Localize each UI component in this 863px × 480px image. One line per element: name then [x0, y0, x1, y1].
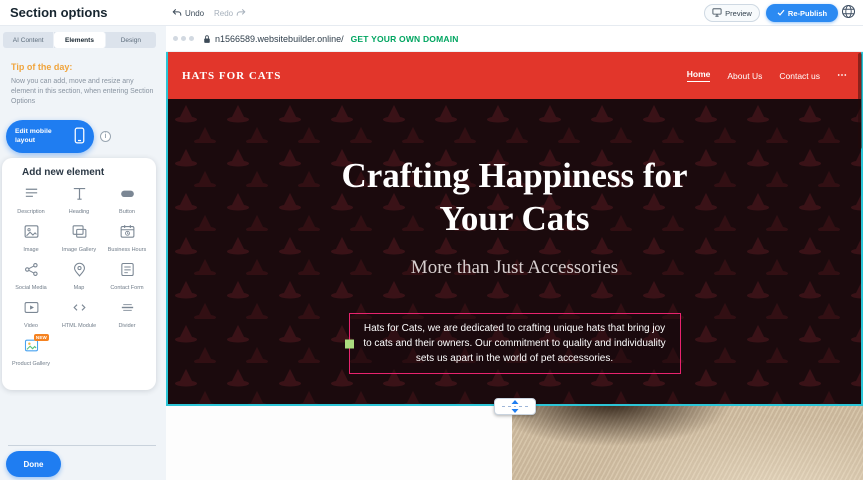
- element-item-button[interactable]: Button: [103, 185, 151, 219]
- tip-title: Tip of the day:: [11, 62, 156, 72]
- tab-ai-content[interactable]: AI Content: [3, 32, 54, 48]
- globe-icon: [841, 4, 856, 22]
- hero-heading[interactable]: Crafting Happiness for Your Cats: [315, 155, 715, 240]
- image-gallery-icon: [71, 223, 88, 245]
- hero-paragraph-box[interactable]: Hats for Cats, we are dedicated to craft…: [349, 313, 681, 374]
- smartphone-icon: [74, 127, 85, 147]
- scrollbar-thumb[interactable]: [858, 53, 862, 149]
- heading-icon: [71, 185, 88, 207]
- element-item-video[interactable]: Video: [7, 299, 55, 333]
- tip-of-the-day: Tip of the day: Now you can add, move an…: [11, 62, 156, 106]
- stage: n1566589.websitebuilder.online/ GET YOUR…: [166, 26, 863, 480]
- tab-design[interactable]: Design: [106, 32, 156, 48]
- topbar: Section options Undo Redo Preview Re-Pub…: [0, 0, 863, 26]
- button-icon: [119, 185, 136, 207]
- redo-icon: [236, 8, 246, 19]
- sidebar-tabs: AI Content Elements Design: [3, 32, 156, 48]
- image-icon: [23, 223, 40, 245]
- section-resize-handle[interactable]: [494, 398, 536, 415]
- element-item-map[interactable]: Map: [55, 261, 103, 295]
- page-title: Section options: [10, 5, 108, 20]
- redo-label: Redo: [214, 9, 233, 18]
- language-globe-button[interactable]: [841, 5, 857, 21]
- add-panel-title: Add new element: [22, 167, 104, 178]
- undo-button[interactable]: Undo: [172, 4, 204, 22]
- nav-home[interactable]: Home: [687, 69, 711, 82]
- description-icon: [23, 185, 40, 207]
- site-preview-section: HATS FOR CATS Home About Us Contact us ⋯: [166, 52, 863, 406]
- preview-label: Preview: [725, 9, 752, 18]
- map-icon: [71, 261, 88, 283]
- element-drag-handle[interactable]: [345, 339, 354, 348]
- site-url: n1566589.websitebuilder.online/: [215, 34, 344, 44]
- element-grid: Description Heading Button Image Image G…: [7, 185, 151, 371]
- window-dot-icon: [189, 36, 194, 41]
- hero-section: Crafting Happiness for Your Cats More th…: [166, 99, 863, 406]
- sidebar: AI Content Elements Design Tip of the da…: [0, 26, 166, 480]
- check-icon: [777, 9, 785, 18]
- tab-elements[interactable]: Elements: [54, 32, 105, 48]
- hero-paragraph: Hats for Cats, we are dedicated to craft…: [360, 321, 670, 366]
- sidebar-divider: [8, 445, 156, 446]
- element-item-contact-form[interactable]: Contact Form: [103, 261, 151, 295]
- element-item-social-media[interactable]: Social Media: [7, 261, 55, 295]
- hero-subheading[interactable]: More than Just Accessories: [411, 257, 618, 279]
- site-logo[interactable]: HATS FOR CATS: [182, 70, 281, 82]
- get-own-domain-link[interactable]: GET YOUR OWN DOMAIN: [351, 34, 459, 44]
- browser-bar: n1566589.websitebuilder.online/ GET YOUR…: [166, 26, 863, 52]
- tip-body: Now you can add, move and resize any ele…: [11, 77, 156, 106]
- undo-icon: [172, 8, 182, 19]
- undo-label: Undo: [185, 9, 204, 18]
- nav-about-us[interactable]: About Us: [727, 71, 762, 81]
- window-dot-icon: [181, 36, 186, 41]
- cat-on-carpet-image[interactable]: [512, 406, 863, 480]
- business-hours-icon: [119, 223, 136, 245]
- element-item-image[interactable]: Image: [7, 223, 55, 257]
- element-item-product-gallery[interactable]: NEW Product Gallery: [7, 337, 55, 371]
- element-item-business-hours[interactable]: Business Hours: [103, 223, 151, 257]
- resize-arrows-icon: [498, 400, 532, 413]
- preview-button[interactable]: Preview: [704, 4, 760, 22]
- contact-form-icon: [119, 261, 136, 283]
- app: Section options Undo Redo Preview Re-Pub…: [0, 0, 863, 480]
- element-item-image-gallery[interactable]: Image Gallery: [55, 223, 103, 257]
- republish-button[interactable]: Re-Publish: [766, 4, 838, 22]
- nav-contact-us[interactable]: Contact us: [779, 71, 820, 81]
- info-icon[interactable]: i: [100, 131, 111, 142]
- republish-label: Re-Publish: [788, 9, 827, 18]
- element-item-html-module[interactable]: HTML Module: [55, 299, 103, 333]
- add-element-panel: Add new element Description Heading Butt…: [2, 158, 156, 390]
- site-nav: Home About Us Contact us ⋯: [687, 69, 847, 82]
- divider-icon: [119, 299, 136, 321]
- element-item-heading[interactable]: Heading: [55, 185, 103, 219]
- done-button[interactable]: Done: [6, 451, 61, 477]
- window-dot-icon: [173, 36, 178, 41]
- element-item-description[interactable]: Description: [7, 185, 55, 219]
- new-badge: NEW: [34, 334, 49, 341]
- monitor-icon: [712, 8, 722, 19]
- html-module-icon: [71, 299, 88, 321]
- element-item-divider[interactable]: Divider: [103, 299, 151, 333]
- site-header: HATS FOR CATS Home About Us Contact us ⋯: [166, 52, 863, 99]
- nav-more-icon[interactable]: ⋯: [837, 70, 847, 81]
- social-media-icon: [23, 261, 40, 283]
- edit-mobile-layout-button[interactable]: Edit mobile layout: [6, 120, 94, 153]
- lock-icon: [203, 34, 211, 44]
- redo-button[interactable]: Redo: [214, 4, 246, 22]
- edit-mobile-layout-label: Edit mobile layout: [15, 128, 68, 144]
- next-section: [166, 406, 863, 480]
- video-icon: [23, 299, 40, 321]
